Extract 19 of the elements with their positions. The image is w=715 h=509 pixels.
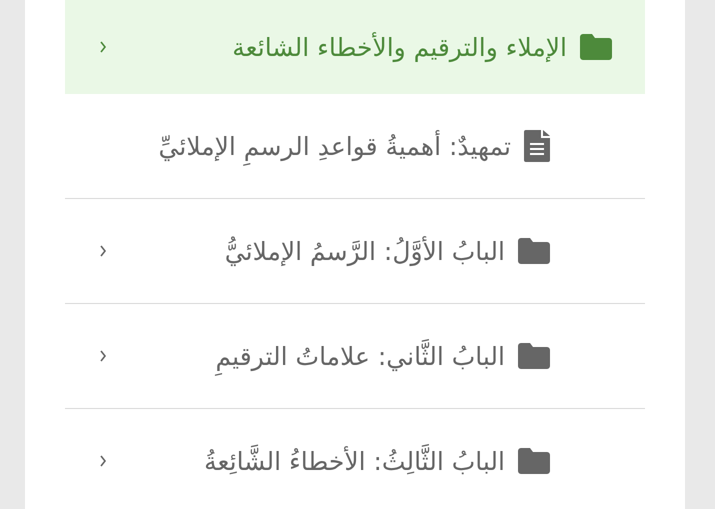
folder-icon [518,448,550,474]
item-label: تمهيدٌ: أهميةُ قواعدِ الرسمِ الإملائيِّ [154,124,516,168]
folder-icon [518,238,550,264]
tree-item[interactable]: البابُ الأوَّلُ: الرَّسمُ الإملائيُّ [65,199,645,304]
item-label: البابُ الثَّاني: علاماتُ الترقيمِ [210,334,510,378]
item-label: البابُ الأوَّلُ: الرَّسمُ الإملائيُّ [224,235,506,268]
tree-item[interactable]: الإملاء والترقيم والأخطاء الشائعة [65,0,645,94]
folder-icon [518,343,550,369]
chevron-icon [99,455,107,467]
tree-item[interactable]: تمهيدٌ: أهميةُ قواعدِ الرسمِ الإملائيِّ [65,94,645,199]
folder-icon [580,34,612,60]
document-icon [524,130,550,162]
item-label: الإملاء والترقيم والأخطاء الشائعة [231,31,568,64]
chevron-icon [99,41,107,53]
tree-item[interactable]: البابُ الثَّالِثُ: الأخطاءُ الشَّائِعةُ [65,409,645,509]
chevron-icon [99,350,107,362]
item-label: البابُ الثَّالِثُ: الأخطاءُ الشَّائِعةُ [199,438,510,484]
chevron-icon [99,245,107,257]
tree-item[interactable]: البابُ الثَّاني: علاماتُ الترقيمِ [65,304,645,409]
